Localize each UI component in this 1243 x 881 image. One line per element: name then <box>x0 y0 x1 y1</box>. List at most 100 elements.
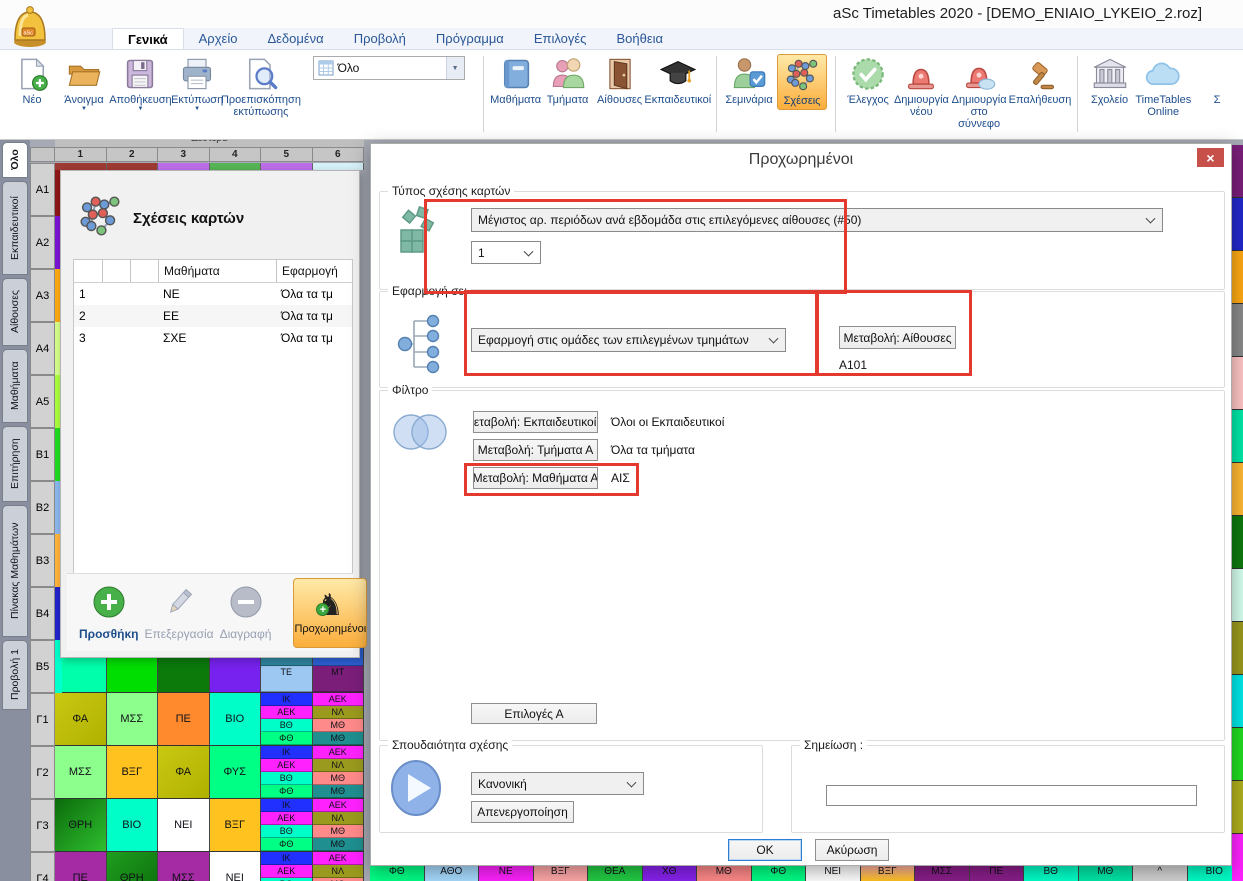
column-header-Εφαρμογή[interactable]: Εφαρμογή <box>276 260 352 282</box>
lesson-cell-ΙΚ[interactable]: ΙΚ <box>261 799 312 812</box>
change-teachers-button[interactable]: Μεταβολή: Εκπαιδευτικοί Α <box>473 411 598 433</box>
toolbar-seminars-button[interactable]: Σεμινάρια <box>725 54 773 108</box>
row-label-A1[interactable]: A1 <box>30 163 55 216</box>
lesson-cell-stack[interactable]: ΑΕΚΝΛΜΘΜΘ <box>313 693 365 745</box>
note-input[interactable] <box>826 785 1197 806</box>
toolbar-classes-button[interactable]: Τμήματα <box>544 54 592 108</box>
lesson-cell-ΦΑ[interactable]: ΦΑ <box>55 693 107 745</box>
advanced-button[interactable]: ♞ + Προχωρημένοι <box>293 578 367 648</box>
relation-row-1[interactable]: 1ΝΕΌλα τα τμ <box>74 283 352 305</box>
toolbar-generate-new-button[interactable]: Δημιουργία νέου <box>896 54 947 120</box>
row-label-Γ2[interactable]: Γ2 <box>30 746 55 799</box>
lesson-cell-ΑΕΚ[interactable]: ΑΕΚ <box>261 865 312 878</box>
lesson-cell-ΦΑ[interactable]: ΦΑ <box>158 746 210 798</box>
relation-row-2[interactable]: 2ΕΕΌλα τα τμ <box>74 305 352 327</box>
menu-item-Δεδομένα[interactable]: Δεδομένα <box>252 28 338 49</box>
row-label-Γ4[interactable]: Γ4 <box>30 852 55 881</box>
lesson-cell-ΘΕΑ[interactable]: ΘΕΑ <box>588 866 643 881</box>
lesson-cell-ΜΘ[interactable]: ΜΘ <box>1079 866 1134 881</box>
lesson-cell-ΜΘ[interactable]: ΜΘ <box>313 772 364 785</box>
toolbar-classrooms-button[interactable]: Αίθουσες <box>596 54 644 108</box>
lesson-cell-ΑΕΚ[interactable]: ΑΕΚ <box>313 746 364 759</box>
row-label-B2[interactable]: B2 <box>30 481 55 534</box>
sidebar-tab-Όλο[interactable]: Όλο <box>2 142 28 178</box>
column-header[interactable] <box>74 260 102 282</box>
lesson-cell-ΒΞΓ[interactable]: ΒΞΓ <box>107 746 159 798</box>
lesson-cell-ΑΘΟ[interactable]: ΑΘΟ <box>425 866 480 881</box>
toolbar-relations-button[interactable]: Σχέσεις <box>777 54 827 110</box>
lesson-cell-stack[interactable]: ΑΕΚΝΛΜΘΜΘ <box>313 746 365 798</box>
lesson-cell-stack[interactable]: ΑΕΚΝΛΜΘΜΘ <box>313 852 365 881</box>
toolbar-verify-button[interactable]: Επαλήθευση <box>1011 54 1068 108</box>
view-filter-combo[interactable]: Όλο▼ <box>313 56 465 80</box>
options-a-button[interactable]: Επιλογές Α <box>471 703 597 724</box>
disable-button[interactable]: Απενεργοποίηση <box>471 801 574 823</box>
row-label-A5[interactable]: A5 <box>30 375 55 428</box>
row-label-A4[interactable]: A4 <box>30 322 55 375</box>
lesson-cell-ΜΘ[interactable]: ΜΘ <box>697 866 752 881</box>
lesson-cell-ΜΘ[interactable]: ΜΘ <box>313 719 364 732</box>
toolbar-subjects-button[interactable]: Μαθήματα <box>492 54 540 108</box>
lesson-cell-ΝΛ[interactable]: ΝΛ <box>313 759 364 772</box>
toolbar-check-button[interactable]: Έλεγχος <box>844 54 892 108</box>
lesson-cell-ΒΘ[interactable]: ΒΘ <box>261 772 312 785</box>
lesson-cell-ΧΘ[interactable]: ΧΘ <box>643 866 698 881</box>
menu-item-Προβολή[interactable]: Προβολή <box>339 28 421 49</box>
lesson-cell-ΦΘ[interactable]: ΦΘ <box>752 866 807 881</box>
lesson-cell-ΜΣΣ[interactable]: ΜΣΣ <box>107 693 159 745</box>
sidebar-tab-Αίθουσες[interactable]: Αίθουσες <box>2 278 28 346</box>
lesson-cell-ΒΘ[interactable]: ΒΘ <box>261 825 312 838</box>
lesson-cell-ΜΘ[interactable]: ΜΘ <box>313 732 364 745</box>
app-bell-icon[interactable]: aSc <box>8 2 52 48</box>
lesson-cell-ΑΕΚ[interactable]: ΑΕΚ <box>313 693 364 706</box>
edit-relation-button[interactable]: Επεξεργασία <box>144 585 213 641</box>
lesson-cell-ΑΕΚ[interactable]: ΑΕΚ <box>261 759 312 772</box>
sidebar-tab-Επιτήρηση[interactable]: Επιτήρηση <box>2 426 28 502</box>
lesson-cell-ΝΛ[interactable]: ΝΛ <box>313 706 364 719</box>
lesson-cell-ΒΘ[interactable]: ΒΘ <box>261 719 312 732</box>
periods-count-dropdown[interactable]: 1 <box>471 241 541 264</box>
toolbar-open-button[interactable]: Άνοιγμα▼ <box>60 54 108 115</box>
lesson-cell-ΘΡΗ[interactable]: ΘΡΗ <box>107 852 159 881</box>
lesson-cell-ΝΛ[interactable]: ΝΛ <box>313 865 364 878</box>
change-rooms-button[interactable]: Μεταβολή: Αίθουσες <box>839 326 956 349</box>
lesson-cell-ΒΙΟ[interactable]: ΒΙΟ <box>107 799 159 851</box>
dialog-close-button[interactable]: × <box>1197 148 1224 167</box>
lesson-cell-stack[interactable]: ΙΚΑΕΚΒΘΦΘ <box>261 799 313 851</box>
lesson-cell-ΙΚ[interactable]: ΙΚ <box>261 693 312 706</box>
lesson-cell-ΜΣΣ[interactable]: ΜΣΣ <box>915 866 970 881</box>
toolbar-print-button[interactable]: Εκτύπωση▼ <box>173 54 221 115</box>
lesson-cell-ΦΘ[interactable]: ΦΘ <box>261 838 312 851</box>
sidebar-tab-Πίνακας Μαθημάτων[interactable]: Πίνακας Μαθημάτων <box>2 505 28 637</box>
lesson-cell-stack[interactable]: ΙΚΑΕΚΒΘΦΘ <box>261 693 313 745</box>
lesson-cell-ΦΘ[interactable]: ΦΘ <box>370 866 425 881</box>
menu-item-Επιλογές[interactable]: Επιλογές <box>519 28 602 49</box>
row-label-B5[interactable]: B5 <box>30 640 55 693</box>
relation-row-3[interactable]: 3ΣΧΕΌλα τα τμ <box>74 327 352 349</box>
lesson-cell-ΙΚ[interactable]: ΙΚ <box>261 852 312 865</box>
row-label-A2[interactable]: A2 <box>30 216 55 269</box>
relation-type-dropdown[interactable]: Μέγιστος αρ. περιόδων ανά εβδομάδα στις … <box>471 208 1163 232</box>
lesson-cell-ΦΘ[interactable]: ΦΘ <box>261 785 312 798</box>
lesson-cell-ΠΕ[interactable]: ΠΕ <box>158 693 210 745</box>
row-label-B3[interactable]: B3 <box>30 534 55 587</box>
importance-dropdown[interactable]: Κανονική <box>471 772 644 795</box>
column-header-Μαθήματα[interactable]: Μαθήματα <box>158 260 276 282</box>
lesson-cell-ΝΛ[interactable]: ΝΛ <box>313 812 364 825</box>
toolbar-print-preview-button[interactable]: Προεπισκόπηση εκτύπωσης <box>225 54 296 120</box>
menu-item-Βοήθεια[interactable]: Βοήθεια <box>601 28 678 49</box>
lesson-cell-ΑΕΚ[interactable]: ΑΕΚ <box>313 852 364 865</box>
lesson-cell-ΦΘ[interactable]: ΦΘ <box>261 732 312 745</box>
lesson-cell-ΜΘ[interactable]: ΜΘ <box>313 838 364 851</box>
lesson-cell-ΒΘ[interactable]: ΒΘ <box>1024 866 1079 881</box>
lesson-cell-ΠΕ[interactable]: ΠΕ <box>55 852 107 881</box>
row-label-B1[interactable]: B1 <box>30 428 55 481</box>
row-label-Γ3[interactable]: Γ3 <box>30 799 55 852</box>
lesson-cell-stack[interactable]: ΑΕΚΝΛΜΘΜΘ <box>313 799 365 851</box>
ok-button[interactable]: OK <box>728 839 802 861</box>
lesson-cell-ΑΕΚ[interactable]: ΑΕΚ <box>261 812 312 825</box>
lesson-cell-ΙΚ[interactable]: ΙΚ <box>261 746 312 759</box>
lesson-cell-ΜΤ[interactable]: ΜΤ <box>313 666 364 692</box>
lesson-cell-ΒΞΓ[interactable]: ΒΞΓ <box>534 866 589 881</box>
lesson-cell-ΝΕΙ[interactable]: ΝΕΙ <box>806 866 861 881</box>
